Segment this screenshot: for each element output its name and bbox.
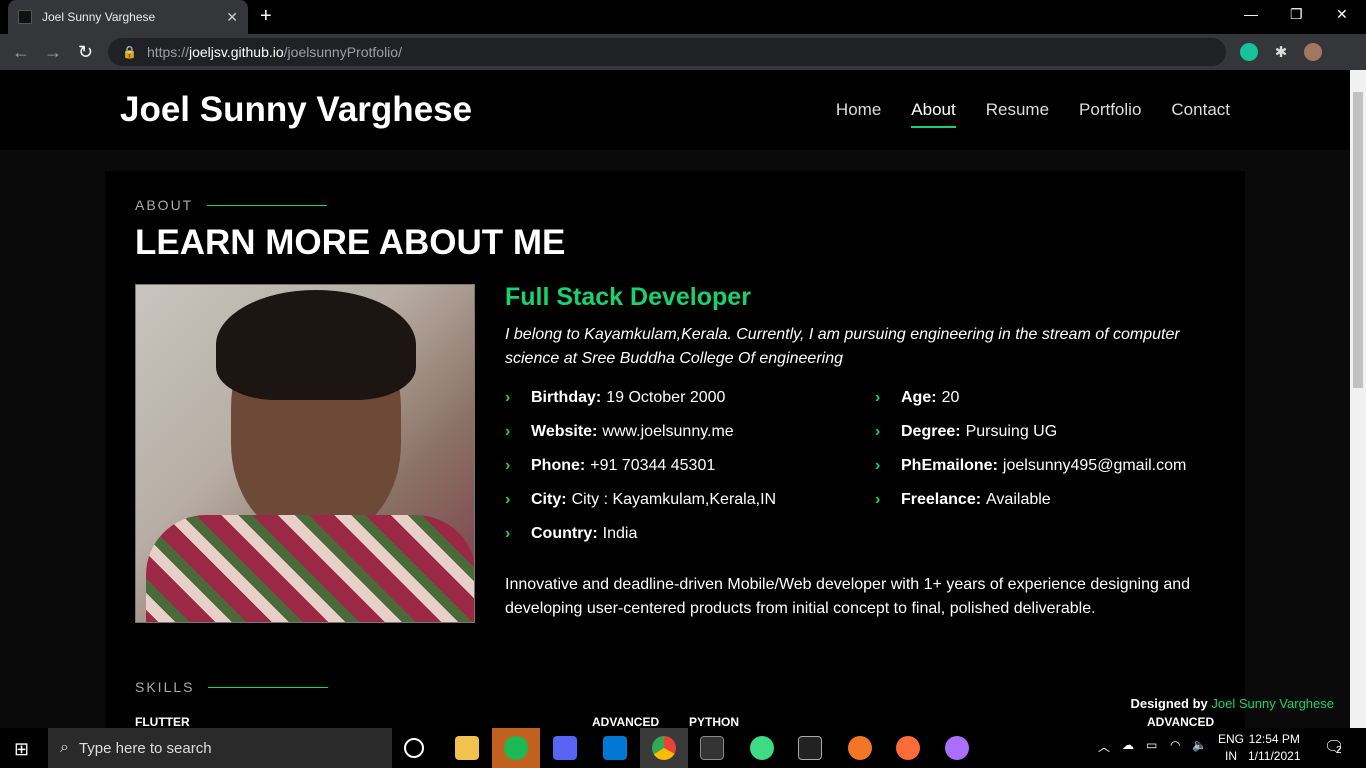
window-close-button[interactable]: ✕: [1336, 6, 1348, 23]
scrollbar-thumb[interactable]: [1353, 92, 1363, 388]
browser-tab-strip: Joel Sunny Varghese ✕ + — ❐ ✕: [0, 0, 1366, 34]
url-path: /joelsunnyProtfolio/: [283, 44, 402, 60]
postman-icon[interactable]: [896, 736, 920, 760]
lock-icon: 🔒: [122, 45, 137, 59]
input-language[interactable]: ENG IN: [1218, 731, 1244, 765]
site-favicon-icon: [18, 10, 32, 24]
browser-tab[interactable]: Joel Sunny Varghese ✕: [8, 0, 248, 34]
chevron-up-icon[interactable]: ︿: [1098, 738, 1110, 755]
notification-count: 2: [1336, 745, 1342, 756]
facts-right: › Age: 20 › Degree: Pursuing UG › PhEmailone:…: [875, 389, 1235, 525]
fact-item: › Degree: Pursuing UG: [875, 423, 1058, 440]
nav-portfolio[interactable]: Portfolio: [1079, 100, 1141, 120]
skill-level: ADVANCED: [592, 715, 660, 728]
browser-toolbar: ← → ↻ 🔒 https:// joeljsv.github.io /joel…: [0, 34, 1366, 70]
search-icon: ⌕: [60, 739, 69, 756]
skill-name: PYTHON: [689, 715, 740, 728]
nav-about[interactable]: About: [911, 100, 957, 128]
role-title: Full Stack Developer: [505, 283, 751, 311]
about-title: LEARN MORE ABOUT ME: [135, 223, 566, 262]
label-divider: [207, 204, 328, 206]
windows-start-icon[interactable]: ⊞: [14, 739, 29, 760]
terminal-icon[interactable]: [700, 736, 724, 760]
tab-title: Joel Sunny Varghese: [42, 10, 156, 24]
volume-icon[interactable]: 🔈: [1192, 738, 1207, 752]
site-logo[interactable]: Joel Sunny Varghese: [120, 90, 472, 130]
grammarly-extension-icon[interactable]: [1240, 43, 1258, 61]
fact-item: › Phone: +91 70344 45301: [505, 457, 716, 474]
wifi-icon[interactable]: ◠: [1170, 738, 1180, 752]
profile-photo: [135, 284, 475, 623]
main-nav: Home About Resume Portfolio Contact: [836, 100, 1230, 128]
chrome-icon[interactable]: [652, 736, 676, 760]
chevron-right-icon: ›: [875, 491, 881, 508]
discord-icon[interactable]: [553, 736, 577, 760]
url-prefix: https://: [146, 44, 189, 60]
skill-level: ADVANCED: [1147, 715, 1215, 728]
forward-button[interactable]: →: [44, 42, 62, 63]
github-desktop-icon[interactable]: [945, 736, 969, 760]
chevron-right-icon: ›: [505, 491, 511, 508]
profile-avatar[interactable]: [1304, 43, 1322, 61]
maximize-button[interactable]: ❐: [1290, 6, 1303, 23]
new-tab-button[interactable]: +: [260, 5, 272, 28]
fact-item: › PhEmailone: joelsunny495@gmail.com: [875, 457, 1187, 474]
android-studio-icon[interactable]: [750, 736, 774, 760]
fact-item: › Country: India: [505, 525, 638, 542]
taskbar-clock[interactable]: 12:54 PM 1/11/2021: [1248, 731, 1301, 765]
skills-section-label: SKILLS: [135, 679, 329, 695]
chevron-right-icon: ›: [875, 457, 881, 474]
reload-button[interactable]: ↻: [78, 42, 93, 63]
chevron-right-icon: ›: [505, 423, 511, 440]
footer-credit: Designed by Joel Sunny Varghese: [1130, 696, 1334, 711]
nav-resume[interactable]: Resume: [986, 100, 1049, 120]
label-divider: [208, 686, 329, 688]
nav-home[interactable]: Home: [836, 100, 881, 120]
chevron-right-icon: ›: [875, 389, 881, 406]
spotify-icon[interactable]: [504, 736, 528, 760]
fact-item: › Birthday: 19 October 2000: [505, 389, 726, 406]
chevron-right-icon: ›: [875, 423, 881, 440]
about-card: ABOUT LEARN MORE ABOUT ME Full Stack Dev…: [105, 171, 1245, 728]
command-prompt-icon[interactable]: [798, 736, 822, 760]
summary-text: Innovative and deadline-driven Mobile/We…: [505, 576, 1191, 617]
back-button[interactable]: ←: [12, 42, 30, 63]
url-host: joeljsv.github.io: [188, 44, 284, 60]
fact-item: › Freelance: Available: [875, 491, 1051, 508]
page-scrollbar[interactable]: [1350, 70, 1366, 728]
tab-close-icon[interactable]: ✕: [226, 9, 238, 26]
minimize-button[interactable]: —: [1244, 6, 1258, 22]
windows-taskbar: ⊞ ⌕ Type here to search ︿ ☁ ▭ ◠ 🔈 ENG IN…: [0, 728, 1366, 768]
skill-name: FLUTTER: [135, 715, 190, 728]
fact-item: › City: City : Kayamkulam,Kerala,IN: [505, 491, 777, 508]
chevron-right-icon: ›: [505, 389, 511, 406]
facts-left: › Birthday: 19 October 2000 › Website: www.j…: [505, 389, 865, 559]
onedrive-icon[interactable]: ☁: [1122, 738, 1134, 752]
task-view-icon[interactable]: [404, 738, 424, 758]
file-explorer-icon[interactable]: [455, 736, 479, 760]
intro-text: I belong to Kayamkulam,Kerala. Currently…: [505, 326, 1180, 367]
taskbar-search[interactable]: ⌕ Type here to search: [48, 728, 392, 768]
address-bar[interactable]: 🔒 https:// joeljsv.github.io /joelsunnyP…: [108, 38, 1226, 66]
fact-item: › Age: 20: [875, 389, 960, 406]
about-section-label: ABOUT: [135, 197, 328, 213]
portfolio-page: Joel Sunny Varghese Home About Resume Po…: [0, 70, 1350, 728]
extensions-puzzle-icon[interactable]: ✱: [1272, 43, 1290, 61]
footer-author-link[interactable]: Joel Sunny Varghese: [1211, 696, 1334, 711]
battery-icon[interactable]: ▭: [1146, 738, 1157, 752]
nav-contact[interactable]: Contact: [1171, 100, 1230, 120]
jupyter-icon[interactable]: [848, 736, 872, 760]
chevron-right-icon: ›: [505, 457, 511, 474]
site-header: Joel Sunny Varghese Home About Resume Po…: [0, 70, 1350, 150]
vscode-icon[interactable]: [603, 736, 627, 760]
search-placeholder: Type here to search: [78, 739, 212, 757]
chevron-right-icon: ›: [505, 525, 511, 542]
fact-item: › Website: www.joelsunny.me: [505, 423, 734, 440]
